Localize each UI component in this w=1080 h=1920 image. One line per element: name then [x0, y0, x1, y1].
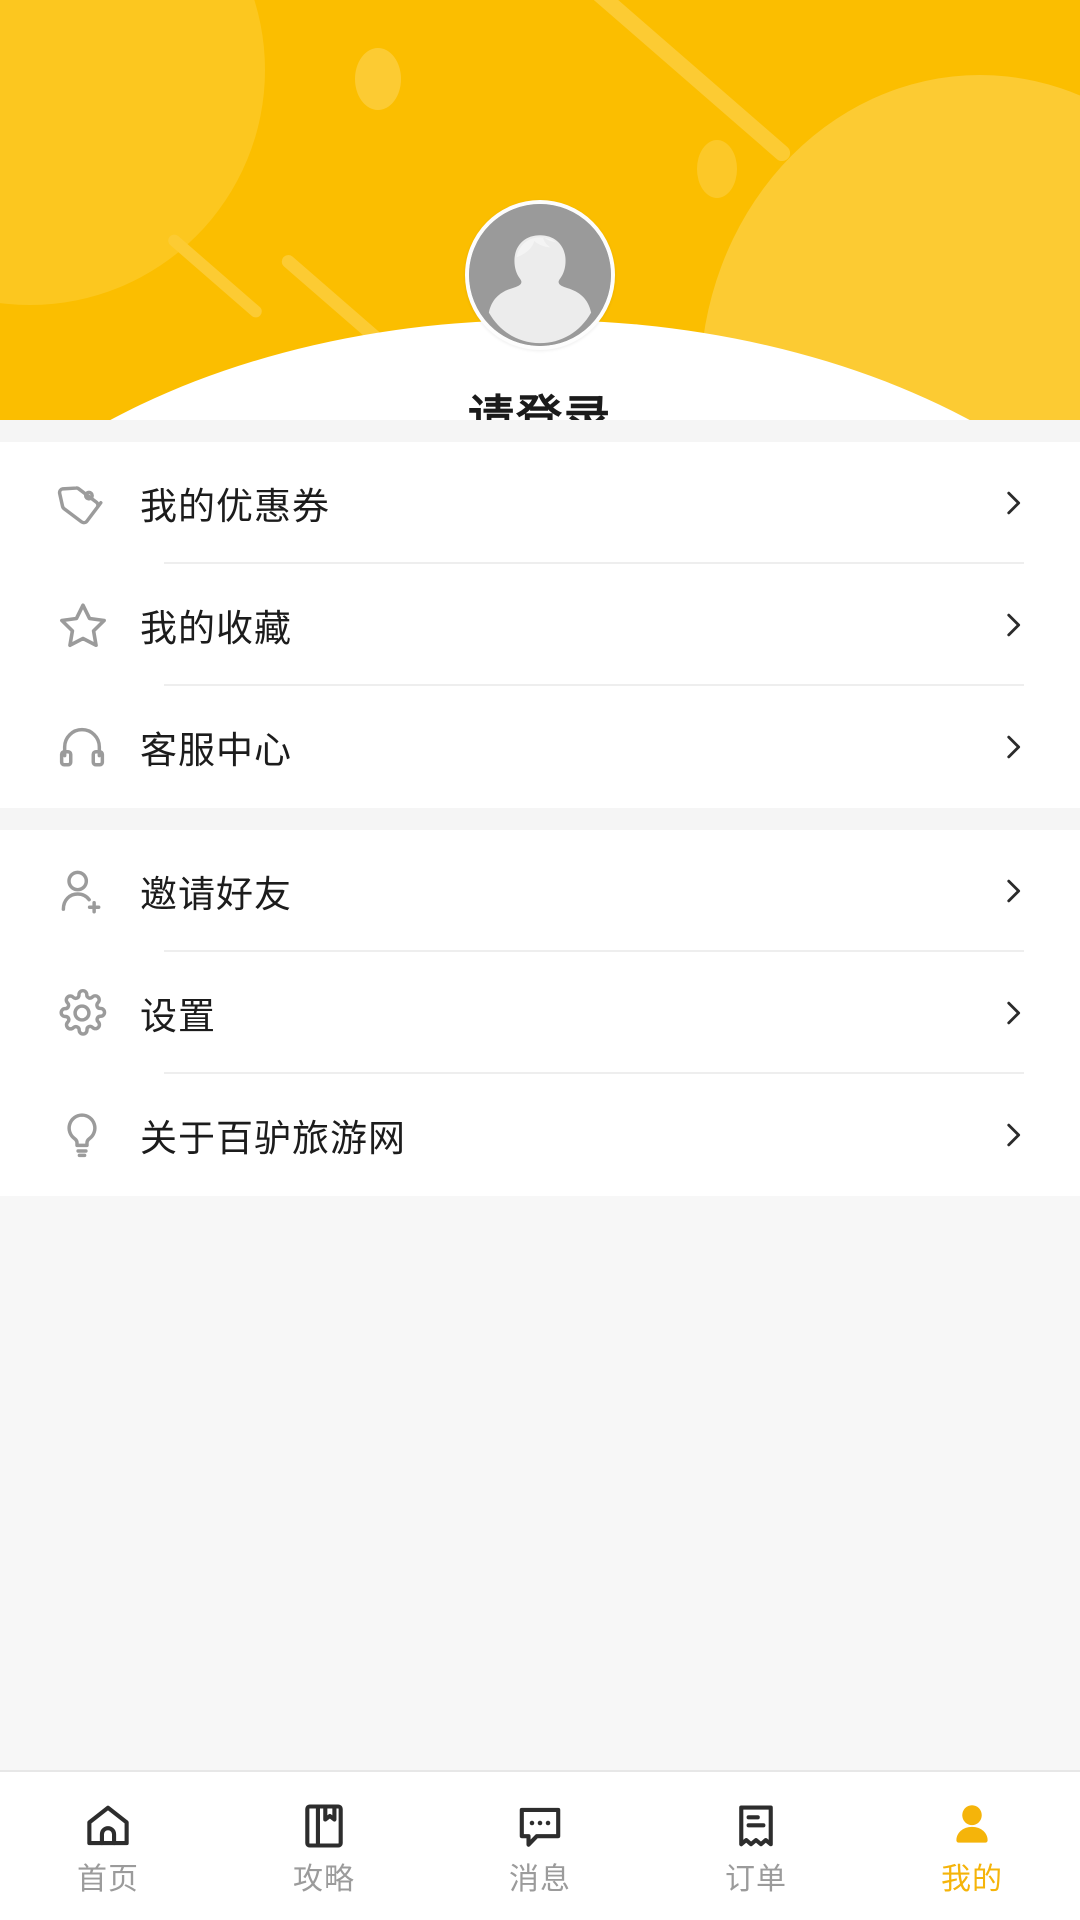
menu-item-label: 我的优惠券: [140, 486, 330, 527]
bottom-tab-bar: 首页 攻略 消息 订单 我的: [0, 1770, 1080, 1920]
tab-mine[interactable]: 我的: [864, 1772, 1080, 1920]
profile-header: 请登录: [0, 0, 1080, 420]
menu-group-account: 我的优惠券 我的收藏 客服中心: [0, 442, 1080, 808]
person-icon: [946, 1797, 998, 1855]
login-prompt-title[interactable]: 请登录: [468, 394, 612, 420]
group-gap-middle: [0, 808, 1080, 830]
lightbulb-icon: [56, 1109, 128, 1161]
menu-item-settings[interactable]: 设置: [0, 952, 1080, 1074]
profile-block: 请登录: [0, 200, 1080, 420]
headset-icon: [56, 721, 128, 773]
decorative-dot-a: [355, 48, 401, 110]
tab-label: 攻略: [293, 1863, 355, 1896]
tab-label: 消息: [509, 1863, 571, 1896]
avatar[interactable]: [465, 200, 615, 350]
tab-label: 首页: [77, 1863, 139, 1896]
decorative-streak-1: [586, 0, 794, 165]
tab-label: 订单: [725, 1863, 787, 1896]
user-plus-icon: [56, 865, 128, 917]
menu-item-coupons[interactable]: 我的优惠券: [0, 442, 1080, 564]
tab-orders[interactable]: 订单: [648, 1772, 864, 1920]
menu-item-label: 客服中心: [140, 730, 292, 771]
menu-item-label: 关于百驴旅游网: [140, 1118, 406, 1159]
star-icon: [56, 598, 128, 652]
chevron-right-icon: [996, 730, 1030, 764]
menu-item-label: 我的收藏: [140, 608, 292, 649]
chevron-right-icon: [996, 1118, 1030, 1152]
chevron-right-icon: [996, 874, 1030, 908]
menu-item-label: 邀请好友: [140, 874, 292, 915]
mine-screen: 请登录 我的优惠券 我的收藏 客服中心 邀请好友 设置 关于百驴旅游网 首页 攻…: [0, 0, 1080, 1920]
menu-group-general: 邀请好友 设置 关于百驴旅游网: [0, 830, 1080, 1196]
chat-icon: [514, 1797, 566, 1855]
menu-item-about[interactable]: 关于百驴旅游网: [0, 1074, 1080, 1196]
menu-content: 我的优惠券 我的收藏 客服中心 邀请好友 设置 关于百驴旅游网: [0, 420, 1080, 1770]
tab-label: 我的: [941, 1863, 1003, 1896]
decorative-dot-b: [697, 140, 737, 198]
home-icon: [82, 1797, 134, 1855]
menu-item-support[interactable]: 客服中心: [0, 686, 1080, 808]
chevron-right-icon: [996, 608, 1030, 642]
gear-icon: [56, 987, 128, 1039]
chevron-right-icon: [996, 486, 1030, 520]
chevron-right-icon: [996, 996, 1030, 1030]
tab-messages[interactable]: 消息: [432, 1772, 648, 1920]
menu-item-label: 设置: [140, 996, 216, 1037]
menu-item-invite-friends[interactable]: 邀请好友: [0, 830, 1080, 952]
tab-home[interactable]: 首页: [0, 1772, 216, 1920]
menu-item-favorites[interactable]: 我的收藏: [0, 564, 1080, 686]
group-gap-top: [0, 420, 1080, 442]
book-icon: [298, 1797, 350, 1855]
tag-icon: [56, 477, 128, 529]
tab-guides[interactable]: 攻略: [216, 1772, 432, 1920]
receipt-icon: [730, 1797, 782, 1855]
